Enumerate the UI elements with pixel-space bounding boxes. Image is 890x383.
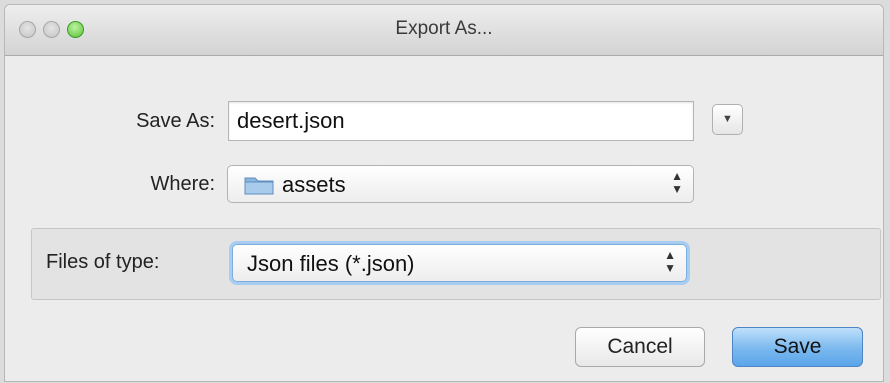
updown-arrows-icon: ▲ ▼: [671, 169, 683, 196]
cancel-button[interactable]: Cancel: [575, 327, 705, 367]
where-popup[interactable]: assets ▲ ▼: [227, 165, 694, 203]
where-label: Where:: [150, 173, 215, 195]
updown-arrows-icon: ▲ ▼: [664, 248, 676, 275]
save-as-field[interactable]: desert.json: [228, 101, 694, 141]
title-bar: Export As...: [5, 5, 883, 56]
window-title: Export As...: [395, 18, 493, 39]
expand-dialog-button[interactable]: ▼: [712, 104, 743, 135]
files-of-type-label: Files of type:: [46, 251, 160, 273]
save-as-label: Save As:: [136, 110, 215, 132]
where-value: assets: [282, 172, 346, 197]
chevron-down-icon: ▼: [722, 113, 733, 125]
folder-icon: [244, 177, 274, 195]
file-types-panel: Files of type: Json files (*.json) ▲ ▼: [31, 228, 881, 300]
files-of-type-value: Json files (*.json): [247, 251, 415, 276]
save-button[interactable]: Save: [732, 327, 863, 367]
files-of-type-popup[interactable]: Json files (*.json) ▲ ▼: [232, 244, 687, 282]
export-dialog: Export As... Save As: desert.json ▼ Wher…: [4, 4, 884, 382]
